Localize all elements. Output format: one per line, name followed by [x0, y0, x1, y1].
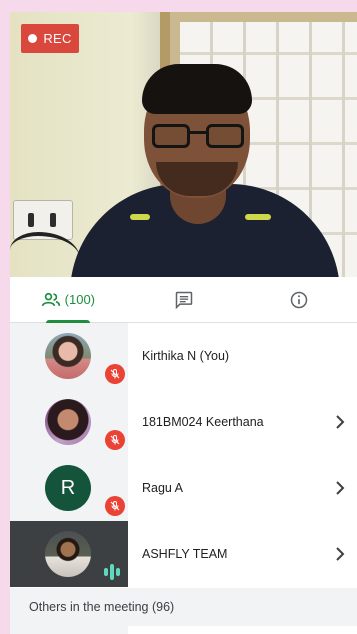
mic-off-icon — [105, 364, 125, 384]
tab-people[interactable]: (100) — [10, 277, 126, 323]
mic-off-icon — [105, 496, 125, 516]
participant-name: Ragu A — [142, 481, 184, 495]
participant-name: Kirthika N (You) — [142, 349, 230, 363]
speaking-indicator-icon — [104, 563, 124, 581]
others-in-meeting-header: Others in the meeting (96) — [10, 588, 357, 626]
record-dot-icon — [28, 34, 38, 43]
chevron-right-icon[interactable] — [333, 479, 347, 497]
next-participant-thumbnail — [10, 626, 128, 634]
participant-row[interactable]: Kirthika N (You) — [10, 323, 357, 389]
participant-name: 181BM024 Keerthana — [142, 415, 264, 429]
avatar — [45, 531, 91, 577]
main-video[interactable]: REC — [10, 12, 357, 277]
video-speaker — [70, 64, 340, 277]
avatar: R — [45, 465, 91, 511]
meet-window: REC (100) Kirthika N (You) 181BM024 Keer… — [10, 12, 357, 634]
participant-row[interactable]: R Ragu A — [10, 455, 357, 521]
others-in-meeting-label: Others in the meeting (96) — [29, 600, 175, 614]
tab-chat[interactable] — [126, 277, 242, 322]
avatar — [45, 399, 91, 445]
avatar — [45, 333, 91, 379]
side-panel-tabs: (100) — [10, 277, 357, 323]
chevron-right-icon[interactable] — [333, 413, 347, 431]
people-count: (100) — [64, 292, 96, 307]
tab-info[interactable] — [241, 277, 357, 322]
participant-name: ASHFLY TEAM — [142, 547, 228, 561]
recording-label: REC — [43, 31, 72, 46]
recording-badge: REC — [21, 24, 79, 53]
chat-icon — [175, 291, 192, 309]
avatar-initial: R — [60, 476, 76, 499]
participant-list: Kirthika N (You) 181BM024 Keerthana R Ra… — [10, 323, 357, 587]
chevron-right-icon[interactable] — [333, 545, 347, 563]
people-icon — [41, 292, 60, 306]
participant-row[interactable]: 181BM024 Keerthana — [10, 389, 357, 455]
mic-off-icon — [105, 430, 125, 450]
participant-row[interactable]: ASHFLY TEAM — [10, 521, 357, 587]
info-icon — [290, 291, 308, 308]
